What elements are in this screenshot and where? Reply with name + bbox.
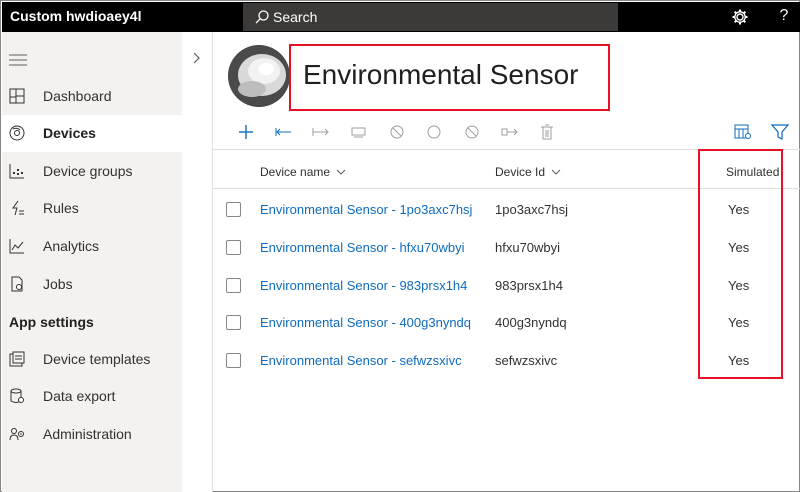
row-checkbox[interactable]: [226, 353, 241, 368]
sidebar-item-label: Rules: [43, 200, 79, 216]
sidebar-item-jobs[interactable]: Jobs: [2, 266, 182, 303]
simulated-highlight-box: [698, 149, 783, 379]
column-header-label: Device Id: [495, 165, 546, 179]
top-bar: Custom hwdioaey4l Search ?: [2, 2, 800, 32]
sidebar-item-analytics[interactable]: Analytics: [2, 228, 182, 265]
sidebar-item-device-templates[interactable]: Device templates: [2, 341, 182, 378]
app-frame: Custom hwdioaey4l Search ? Dashboard Dev…: [0, 0, 800, 492]
filter-icon[interactable]: [771, 124, 789, 140]
device-image: [228, 45, 290, 107]
collapse-panel: [182, 32, 213, 492]
row-checkbox[interactable]: [226, 240, 241, 255]
row-checkbox[interactable]: [226, 202, 241, 217]
device-templates-icon: [9, 351, 25, 367]
analytics-icon: [9, 239, 24, 254]
search-box[interactable]: Search: [243, 3, 618, 31]
help-glyph: ?: [779, 7, 789, 24]
search-icon: [255, 10, 269, 24]
title-highlight-box: [289, 44, 610, 111]
administration-icon: [9, 428, 24, 441]
sidebar-item-device-groups[interactable]: Device groups: [2, 153, 182, 190]
circle-icon[interactable]: [425, 124, 443, 140]
device-name-link[interactable]: Environmental Sensor - sefwzsxivc: [260, 353, 462, 368]
add-icon[interactable]: [237, 124, 255, 140]
sidebar-item-label: Data export: [43, 388, 116, 404]
disconnect-icon[interactable]: [312, 124, 330, 140]
sidebar-item-label: Dashboard: [43, 88, 112, 104]
sidebar-item-devices[interactable]: Devices: [2, 115, 182, 152]
connect-icon[interactable]: [275, 124, 293, 140]
devices-icon: [9, 125, 25, 141]
sidebar-item-label: Jobs: [43, 276, 73, 292]
device-id-cell: 400g3nyndq: [495, 315, 567, 330]
export-icon[interactable]: [501, 124, 519, 140]
migrate-icon[interactable]: [350, 124, 368, 140]
row-checkbox[interactable]: [226, 315, 241, 330]
sidebar-item-label: Devices: [43, 125, 96, 141]
sidebar-item-administration[interactable]: Administration: [2, 416, 182, 453]
delete-icon[interactable]: [538, 124, 556, 140]
device-groups-icon: [9, 164, 24, 179]
gear-icon[interactable]: [730, 7, 750, 27]
column-options-icon[interactable]: [734, 124, 752, 140]
app-settings-heading: App settings: [9, 314, 94, 330]
block-icon[interactable]: [388, 124, 406, 140]
row-checkbox[interactable]: [226, 278, 241, 293]
unblock-icon[interactable]: [463, 124, 481, 140]
device-name-link[interactable]: Environmental Sensor - 1po3axc7hsj: [260, 202, 472, 217]
chevron-right-icon[interactable]: [192, 52, 202, 64]
jobs-icon: [11, 276, 23, 292]
app-title[interactable]: Custom hwdioaey4l: [10, 8, 141, 24]
data-export-icon: [10, 388, 24, 403]
device-name-link[interactable]: Environmental Sensor - 400g3nyndq: [260, 315, 471, 330]
sidebar-item-label: Analytics: [43, 238, 100, 254]
help-icon[interactable]: ?: [774, 7, 794, 27]
sidebar-item-dashboard[interactable]: Dashboard: [2, 78, 182, 115]
device-id-cell: hfxu70wbyi: [495, 240, 561, 255]
search-input[interactable]: Search: [273, 9, 317, 25]
sidebar: Dashboard Devices Device groups Rules An…: [2, 32, 182, 492]
sidebar-item-rules[interactable]: Rules: [2, 190, 182, 227]
column-header-device-name[interactable]: Device name: [260, 165, 346, 179]
device-name-link[interactable]: Environmental Sensor - 983prsx1h4: [260, 278, 467, 293]
chevron-down-icon: [337, 169, 346, 175]
sidebar-item-data-export[interactable]: Data export: [2, 378, 182, 415]
hamburger-menu-icon[interactable]: [9, 54, 27, 66]
sidebar-item-label: Device groups: [43, 163, 133, 179]
rules-icon: [12, 200, 24, 216]
sidebar-item-label: Device templates: [43, 351, 151, 367]
device-name-link[interactable]: Environmental Sensor - hfxu70wbyi: [260, 240, 465, 255]
column-header-label: Device name: [260, 165, 331, 179]
device-id-cell: sefwzsxivc: [495, 353, 558, 368]
device-id-cell: 1po3axc7hsj: [495, 202, 568, 217]
chevron-down-icon: [552, 169, 561, 175]
sidebar-item-label: Administration: [43, 426, 132, 442]
dashboard-icon: [9, 88, 25, 104]
device-id-cell: 983prsx1h4: [495, 278, 563, 293]
column-header-device-id[interactable]: Device Id: [495, 165, 561, 179]
